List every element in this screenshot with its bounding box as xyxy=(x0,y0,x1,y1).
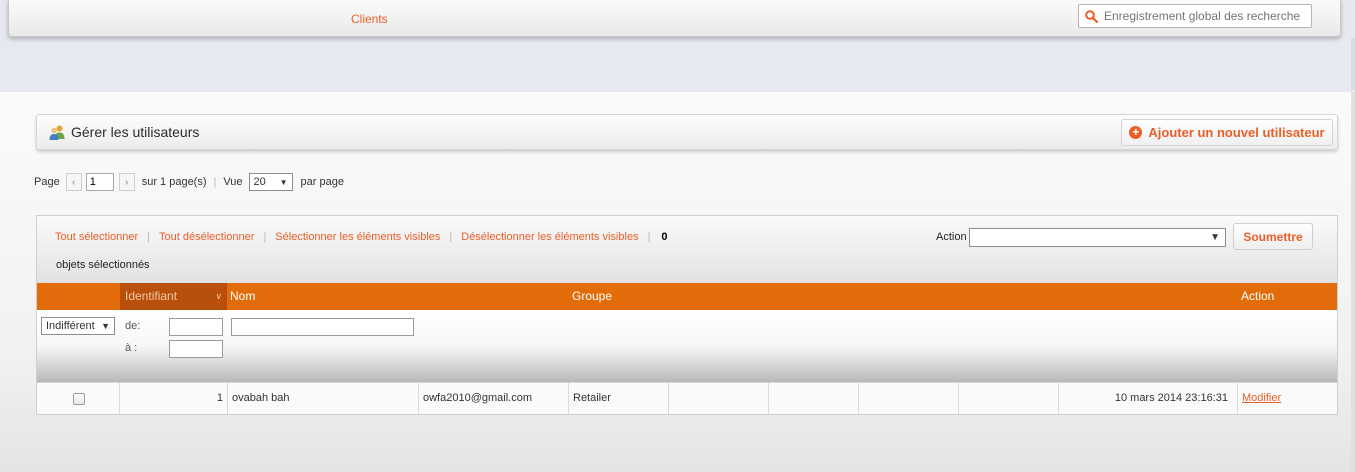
users-grid: Tout sélectionner | Tout désélectionner … xyxy=(36,215,1338,415)
nav-clients[interactable]: Clients xyxy=(351,12,388,26)
page-label: Page xyxy=(34,176,60,188)
unselect-all-link[interactable]: Tout désélectionner xyxy=(159,231,254,243)
id-to-input[interactable] xyxy=(169,340,223,358)
submit-button[interactable]: Soumettre xyxy=(1233,223,1313,250)
name-filter-input[interactable] xyxy=(231,318,414,336)
search-icon xyxy=(1085,9,1098,23)
action-label: Action xyxy=(936,231,967,243)
column-header-name[interactable]: Nom xyxy=(230,283,255,310)
divider: | xyxy=(147,231,151,243)
next-page-button[interactable]: › xyxy=(118,173,135,191)
divider: | xyxy=(647,231,651,243)
grid-header: Identifiant ∨ Nom Groupe Action xyxy=(37,283,1337,310)
filter-row: Indifférent ▼ de: à : xyxy=(37,310,1337,382)
cell-id: 1 xyxy=(120,383,228,414)
column-header-action: Action xyxy=(1241,289,1275,303)
column-header-id[interactable]: Identifiant ∨ xyxy=(120,283,227,310)
massaction-bar: Tout sélectionner | Tout désélectionner … xyxy=(37,216,1337,283)
dropdown-arrow-icon: ▼ xyxy=(1210,232,1220,243)
cell-name: ovabah bah xyxy=(228,383,419,414)
dropdown-arrow-icon: ▼ xyxy=(279,177,288,187)
page-number-input[interactable] xyxy=(85,173,114,191)
unselect-visible-link[interactable]: Désélectionner les éléments visibles xyxy=(461,231,638,243)
content-scrollbar[interactable] xyxy=(1351,92,1355,472)
edit-link[interactable]: Modifier xyxy=(1242,392,1281,404)
chevron-right-icon: › xyxy=(125,176,129,188)
main-content: Gérer les utilisateurs + Ajouter un nouv… xyxy=(0,92,1355,472)
dropdown-arrow-icon: ▼ xyxy=(101,321,110,331)
per-page-select[interactable]: 20 ▼ xyxy=(248,173,293,191)
column-header-group[interactable]: Groupe xyxy=(572,283,612,310)
selected-caption: objets sélectionnés xyxy=(56,259,150,271)
add-user-button[interactable]: + Ajouter un nouvel utilisateur xyxy=(1121,119,1333,146)
id-from-input[interactable] xyxy=(169,318,223,336)
selection-filter-value: Indifférent xyxy=(46,320,95,332)
page-header: Gérer les utilisateurs + Ajouter un nouv… xyxy=(36,114,1338,150)
per-page-suffix: par page xyxy=(300,176,344,188)
per-page-value: 20 xyxy=(253,176,266,188)
divider: | xyxy=(213,176,217,188)
select-all-link[interactable]: Tout sélectionner xyxy=(55,231,138,243)
row-checkbox[interactable] xyxy=(73,393,85,405)
cell-empty xyxy=(669,383,769,414)
to-label: à : xyxy=(125,342,138,354)
top-area: Clients xyxy=(0,0,1355,92)
selected-count: 0 xyxy=(661,231,668,243)
chevron-left-icon: ‹ xyxy=(72,176,76,188)
global-search-input[interactable] xyxy=(1104,9,1304,23)
cell-email: owfa2010@gmail.com xyxy=(419,383,569,414)
page-scrollbar[interactable] xyxy=(1351,38,1355,90)
global-search[interactable] xyxy=(1078,4,1312,28)
view-label: Vue xyxy=(223,176,243,188)
column-id-label: Identifiant xyxy=(125,289,178,303)
header-bar: Clients xyxy=(8,0,1341,37)
cell-empty xyxy=(769,383,859,414)
page-title: Gérer les utilisateurs xyxy=(71,124,200,140)
previous-page-button[interactable]: ‹ xyxy=(65,173,82,191)
divider: | xyxy=(449,231,453,243)
action-select[interactable]: ▼ xyxy=(969,228,1226,247)
selection-filter-select[interactable]: Indifférent ▼ xyxy=(41,317,115,335)
add-user-label: Ajouter un nouvel utilisateur xyxy=(1148,125,1325,140)
plus-circle-icon: + xyxy=(1129,126,1143,139)
cell-empty xyxy=(859,383,959,414)
select-visible-link[interactable]: Sélectionner les éléments visibles xyxy=(275,231,440,243)
chevron-down-icon: ∨ xyxy=(215,291,222,301)
table-row[interactable]: 1 ovabah bah owfa2010@gmail.com Retailer… xyxy=(37,382,1337,414)
cell-empty xyxy=(959,383,1059,414)
divider: | xyxy=(263,231,267,243)
page-count: sur 1 page(s) xyxy=(141,176,207,188)
cell-group: Retailer xyxy=(569,383,669,414)
users-icon xyxy=(49,125,65,140)
from-label: de: xyxy=(125,320,141,332)
cell-date: 10 mars 2014 23:16:31 xyxy=(1059,383,1238,414)
pager: Page ‹ › sur 1 page(s) | Vue 20 ▼ par pa… xyxy=(34,172,344,192)
